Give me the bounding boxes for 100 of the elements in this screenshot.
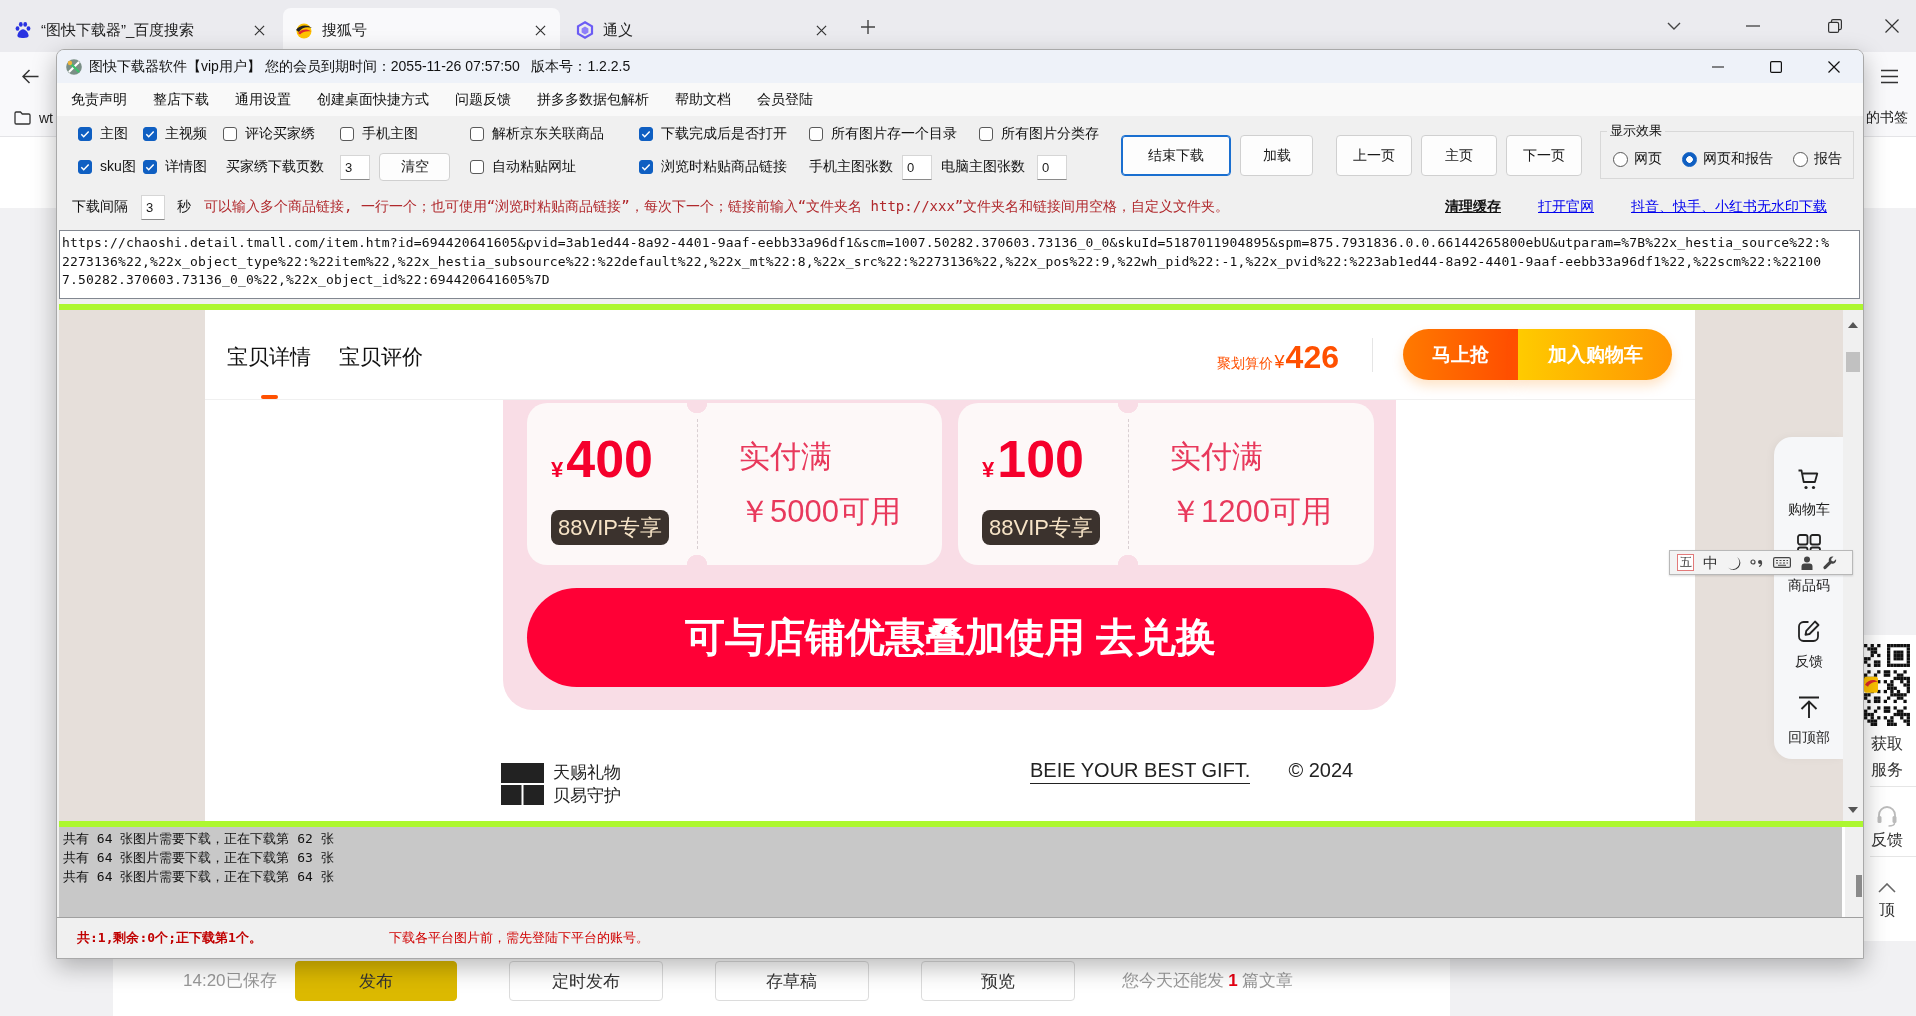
bookmark-link[interactable]: wt [39, 110, 53, 126]
checkbox[interactable] [470, 160, 484, 174]
page-nav-button[interactable]: 主页 [1421, 135, 1497, 176]
side-tool-button[interactable]: 购物车 [1774, 455, 1843, 531]
checkbox[interactable] [78, 160, 92, 174]
swirl-icon [295, 21, 313, 39]
menu-item[interactable]: 整店下载 [140, 83, 222, 116]
arrow-up-icon[interactable] [1848, 322, 1858, 328]
checkbox[interactable] [143, 160, 157, 174]
checkbox[interactable] [979, 127, 993, 141]
wrench-icon[interactable] [1823, 555, 1837, 570]
keyboard-icon[interactable] [1773, 557, 1791, 568]
checkbox-label: 主图 [100, 125, 128, 143]
checkbox-label: 下载完成后是否打开 [661, 125, 787, 143]
checkbox-label: 解析京东关联商品 [492, 125, 604, 143]
page-nav-button[interactable]: 下一页 [1506, 135, 1582, 176]
radio-button[interactable] [1793, 151, 1808, 167]
field-label: 手机主图张数 [809, 158, 893, 176]
link[interactable]: 抖音、快手、小红书无水印下载 [1631, 198, 1827, 216]
browser-tab[interactable]: 通义 [564, 8, 841, 52]
editor-button[interactable]: 存草稿 [714, 961, 869, 1001]
number-field[interactable]: 3 [340, 154, 370, 180]
coupon-threshold: ￥5000可用 [739, 493, 902, 531]
menu-item[interactable]: 会员登陆 [744, 83, 826, 116]
close-icon[interactable] [816, 24, 827, 36]
menu-item[interactable]: 拼多多数据包解析 [524, 83, 662, 116]
editor-button[interactable]: 预览 [920, 961, 1075, 1001]
minimize-icon [1712, 65, 1724, 68]
qr-caption: 获取 [1871, 734, 1903, 754]
close-icon[interactable] [254, 24, 265, 36]
bookmark-link[interactable]: 的书签 [1866, 109, 1908, 127]
menu-item[interactable]: 通用设置 [222, 83, 304, 116]
scrollbar-thumb[interactable] [1846, 352, 1860, 372]
checkbox[interactable] [78, 127, 92, 141]
side-panel-item[interactable]: 顶 [1878, 875, 1896, 923]
side-tool-button[interactable]: 反馈 [1774, 607, 1843, 683]
page-tab[interactable]: 宝贝详情 [227, 310, 311, 399]
close-icon[interactable] [535, 24, 546, 36]
checkbox-label: sku图 [100, 158, 136, 176]
checkbox-label: 主视频 [165, 125, 207, 143]
publish-button[interactable]: 发布 [294, 961, 457, 1001]
side-tool-button[interactable]: 回顶部 [1774, 683, 1843, 759]
person-icon[interactable] [1800, 555, 1814, 570]
checkbox[interactable] [809, 127, 823, 141]
checkbox[interactable] [639, 160, 653, 174]
restore-icon[interactable] [1828, 19, 1842, 33]
action-button[interactable]: 结束下载 [1121, 135, 1231, 176]
checkbox[interactable] [470, 127, 484, 141]
menu-item[interactable]: 创建桌面快捷方式 [304, 83, 442, 116]
log-line: 共有 64 张图片需要下载，正在下载第 63 张 [63, 849, 335, 867]
scrollbar-thumb[interactable] [1856, 875, 1862, 897]
clear-cache-link[interactable]: 清理缓存 [1445, 198, 1501, 216]
checkbox[interactable] [340, 127, 354, 141]
number-field[interactable]: 0 [902, 154, 932, 180]
checkbox-label: 详情图 [165, 158, 207, 176]
save-status: 14:20已保存 [183, 970, 277, 992]
number-field[interactable]: 3 [141, 194, 165, 220]
field-label: 电脑主图张数 [941, 158, 1025, 176]
back-arrow-icon[interactable] [22, 68, 39, 84]
scrollbar[interactable] [1843, 310, 1863, 821]
ime-language-button[interactable]: 中 [1703, 554, 1718, 571]
window-title: 图快下载器软件【vip用户】 您的会员到期时间：2055-11-26 07:57:50 版本号：1.2.2.5 [89, 57, 631, 76]
folder-icon[interactable] [14, 111, 31, 125]
chevron-down-icon[interactable] [1667, 22, 1681, 30]
menu-item[interactable]: 免责声明 [58, 83, 140, 116]
close-icon[interactable] [1885, 19, 1899, 33]
arrow-down-icon[interactable] [1848, 807, 1858, 813]
new-tab-icon[interactable] [861, 20, 875, 34]
checkbox[interactable] [143, 127, 157, 141]
browser-tab[interactable]: 搜狐号 [283, 8, 560, 52]
coupon-threshold: ￥1200可用 [1170, 493, 1333, 531]
log-line: 共有 64 张图片需要下载，正在下载第 64 张 [63, 868, 335, 886]
url-input-field[interactable]: https://chaoshi.detail.tmall.com/item.htm?id=694420641605&pvid=3ab1ed44-8a92-4401-9aaf-eebb33a96df1&scm=1007.50282.370603.73136_0_0&skuId=5187011904895&spm=875.7931836.0.0.66144265800ebU&utparam=%7B%22x_hestia_source%22:%2273136%22,%22x_object_type%22:%22item%22,%22x_hestia_subsource%22:%22default%22,%22x_mt%22:8,%22x_src%22:%2273136%22,%22x_pos%22:9,%22wh_pid%22:-1,%22x_pvid%22:%223ab1ed44-8a92-4401-9aaf-eebb33a96df1%22,%22scm%22:%221007.50282.370603.73136_0_0%22,%22x_object_id%22:694420641605%7D [59, 230, 1860, 299]
page-tab[interactable]: 宝贝评价 [339, 310, 423, 399]
coupon-amount: ¥100 [982, 431, 1085, 490]
maximize-icon [1770, 60, 1782, 73]
logo-icon [501, 763, 544, 805]
moon-icon[interactable] [1727, 555, 1741, 570]
number-field[interactable]: 0 [1037, 154, 1067, 180]
qr-caption: 服务 [1871, 760, 1903, 780]
menu-item[interactable]: 帮助文档 [662, 83, 744, 116]
radio-button[interactable] [1682, 151, 1697, 167]
log-line: 共有 64 张图片需要下载，正在下载第 62 张 [63, 830, 335, 848]
ime-mode-button[interactable]: 五 [1677, 554, 1694, 571]
menu-item[interactable]: 问题反馈 [442, 83, 524, 116]
checkbox[interactable] [223, 127, 237, 141]
page-nav-button[interactable]: 上一页 [1336, 135, 1412, 176]
redeem-button[interactable]: 可与店铺优惠叠加使用 去兑换 [527, 588, 1374, 687]
vip-badge: 88VIP专享 [551, 510, 669, 545]
editor-button[interactable]: 定时发布 [508, 961, 663, 1001]
link[interactable]: 打开官网 [1538, 198, 1594, 216]
action-button[interactable]: 加载 [1240, 135, 1313, 176]
menu-icon[interactable] [1881, 68, 1898, 84]
side-panel-item[interactable]: 反馈 [1871, 805, 1903, 853]
radio-button[interactable] [1613, 151, 1628, 167]
brand-text: 天赐礼物 [553, 762, 622, 784]
notice-text: 下载各平台图片前，需先登陆下平台的账号。 [389, 929, 649, 947]
browser-tab[interactable]: “图快下载器”_百度搜索 [2, 8, 279, 52]
clear-button[interactable]: 清空 [379, 153, 450, 181]
checkbox[interactable] [639, 127, 653, 141]
